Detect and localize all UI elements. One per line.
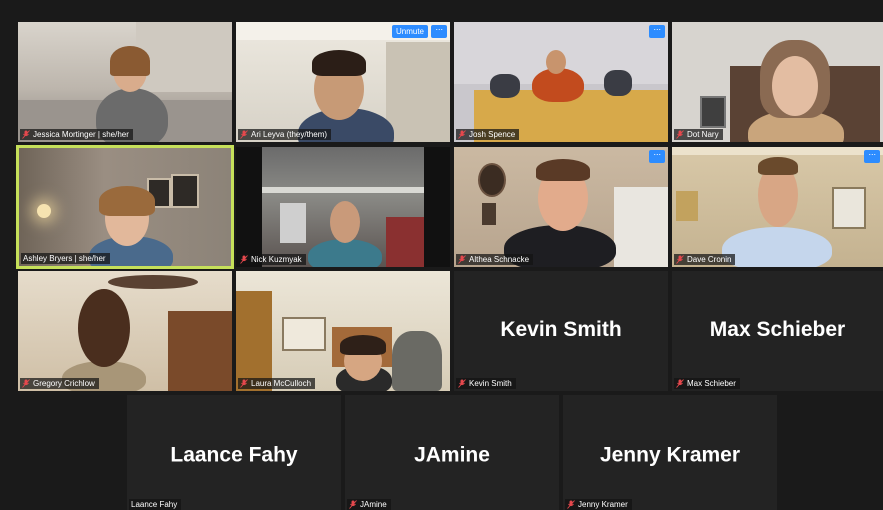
participant-name-tag: Dave Cronin: [674, 254, 736, 265]
participant-name: Dave Cronin: [687, 255, 732, 264]
participant-name-tag: Gregory Crichlow: [20, 378, 99, 389]
participant-tile-gregory[interactable]: Gregory Crichlow: [18, 271, 232, 391]
participant-tile-ari[interactable]: Unmute ··· Ari Leyva (they/them): [236, 22, 450, 142]
muted-mic-icon: [458, 379, 466, 388]
muted-mic-icon: [22, 130, 30, 139]
muted-mic-icon: [676, 379, 684, 388]
participant-name: Ari Leyva (they/them): [251, 130, 328, 139]
more-options-button[interactable]: ···: [649, 150, 665, 163]
participant-name-tag: Ari Leyva (they/them): [238, 129, 332, 140]
participant-video: [672, 147, 883, 267]
participant-name-tag: Laance Fahy: [129, 499, 182, 510]
muted-mic-icon: [22, 379, 30, 388]
participant-tile-jamine[interactable]: JAmine JAmine: [345, 395, 559, 510]
participant-name-tag: Laura McCulloch: [238, 378, 316, 389]
muted-mic-icon: [567, 500, 575, 509]
participant-name-tag: JAmine: [347, 499, 391, 510]
participant-tile-max[interactable]: Max Schieber Max Schieber: [672, 271, 883, 391]
participant-name: Laura McCulloch: [251, 379, 312, 388]
participant-name: Althea Schnacke: [469, 255, 530, 264]
participant-name: Ashley Bryers | she/her: [23, 254, 106, 263]
participant-video: [236, 22, 450, 142]
participant-display-name: JAmine: [414, 442, 490, 466]
participant-name: Gregory Crichlow: [33, 379, 95, 388]
muted-mic-icon: [458, 255, 466, 264]
muted-mic-icon: [458, 130, 466, 139]
participant-video: [454, 147, 668, 267]
participant-name: Jenny Kramer: [578, 500, 628, 509]
participant-tile-dave[interactable]: ··· Dave Cronin: [672, 147, 883, 267]
more-options-button[interactable]: ···: [431, 25, 447, 38]
participant-tile-jenny[interactable]: Jenny Kramer Jenny Kramer: [563, 395, 777, 510]
participant-video: [18, 22, 232, 142]
muted-mic-icon: [240, 255, 248, 264]
participant-name: Jessica Mortinger | she/her: [33, 130, 129, 139]
participant-name-tag: Jenny Kramer: [565, 499, 632, 510]
participant-video: [18, 271, 232, 391]
participant-video: [672, 22, 883, 142]
participant-name: Max Schieber: [687, 379, 736, 388]
participant-name: Laance Fahy: [131, 500, 178, 509]
participant-name-tag: Dot Nary: [674, 129, 723, 140]
participant-tile-jessica[interactable]: Jessica Mortinger | she/her: [18, 22, 232, 142]
participant-tile-laura[interactable]: Laura McCulloch: [236, 271, 450, 391]
participant-name: Josh Spence: [469, 130, 516, 139]
participant-name-tag: Nick Kuzmyak: [238, 254, 306, 265]
participant-display-name: Laance Fahy: [170, 442, 298, 466]
participant-name-tag: Josh Spence: [456, 129, 520, 140]
unmute-button[interactable]: Unmute: [391, 25, 428, 38]
participant-video: [19, 148, 231, 266]
muted-mic-icon: [676, 255, 684, 264]
participant-name-tag: Kevin Smith: [456, 378, 516, 389]
participant-tile-laance[interactable]: Laance Fahy Laance Fahy: [127, 395, 341, 510]
participant-name: JAmine: [360, 500, 387, 509]
participant-name: Kevin Smith: [469, 379, 512, 388]
participant-name-tag: Althea Schnacke: [456, 254, 534, 265]
participant-tile-nick[interactable]: Nick Kuzmyak: [236, 147, 450, 267]
participant-tile-dot[interactable]: Dot Nary: [672, 22, 883, 142]
muted-mic-icon: [240, 130, 248, 139]
muted-mic-icon: [240, 379, 248, 388]
participant-name: Nick Kuzmyak: [251, 255, 302, 264]
participant-display-name: Jenny Kramer: [599, 442, 741, 466]
participant-name-tag: Ashley Bryers | she/her: [21, 253, 110, 264]
more-options-button[interactable]: ···: [649, 25, 665, 38]
participant-video: [454, 22, 668, 142]
participant-name-tag: Jessica Mortinger | she/her: [20, 129, 133, 140]
participant-name: Dot Nary: [687, 130, 719, 139]
participant-video: [236, 271, 450, 391]
participant-tile-althea[interactable]: ··· Althea Schnacke: [454, 147, 668, 267]
participant-display-name: Max Schieber: [709, 317, 846, 341]
participant-video: [236, 147, 450, 267]
participant-tile-josh[interactable]: ··· Josh Spence: [454, 22, 668, 142]
muted-mic-icon: [349, 500, 357, 509]
muted-mic-icon: [676, 130, 684, 139]
participant-display-name: Kevin Smith: [500, 317, 622, 341]
more-options-button[interactable]: ···: [864, 150, 880, 163]
participant-name-tag: Max Schieber: [674, 378, 740, 389]
participant-tile-kevin[interactable]: Kevin Smith Kevin Smith: [454, 271, 668, 391]
participant-tile-ashley[interactable]: Ashley Bryers | she/her: [16, 145, 234, 269]
